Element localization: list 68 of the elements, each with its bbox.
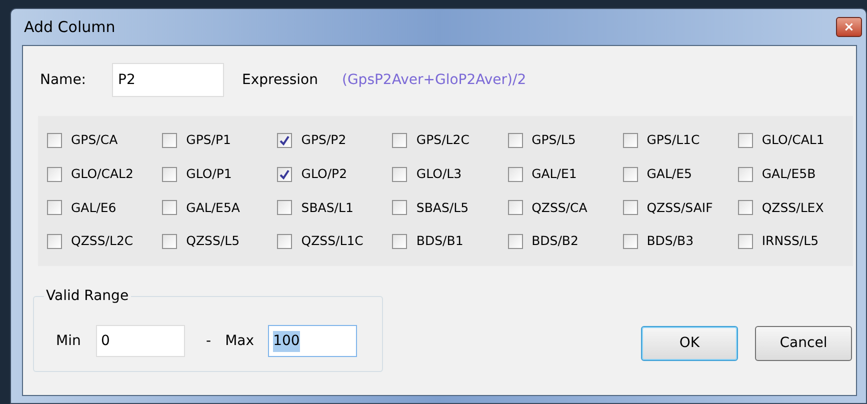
- name-field[interactable]: P2: [112, 63, 224, 97]
- checkbox[interactable]: [508, 234, 523, 250]
- checkbox-label: GLO/P1: [186, 164, 232, 183]
- checkbox-label: GLO/CAL1: [762, 131, 824, 149]
- checkbox[interactable]: [622, 166, 638, 182]
- checkbox-label: IRNSS/L5: [762, 232, 819, 250]
- checkbox[interactable]: [277, 132, 292, 148]
- checkbox-label: GPS/P2: [301, 131, 346, 149]
- checkbox-label: GPS/L5: [532, 131, 576, 149]
- checkbox[interactable]: [277, 234, 292, 250]
- checkbox-label: QZSS/L2C: [71, 232, 134, 250]
- checkbox-label: GAL/E1: [532, 164, 577, 183]
- checkbox[interactable]: [738, 132, 753, 148]
- checkbox-label: QZSS/L1C: [301, 232, 364, 250]
- checkbox[interactable]: [392, 234, 408, 250]
- checkbox[interactable]: [392, 166, 408, 182]
- checkbox[interactable]: [162, 234, 178, 250]
- checkbox-label: QZSS/CA: [532, 198, 588, 216]
- checkbox[interactable]: [622, 132, 638, 148]
- min-field[interactable]: 0: [96, 325, 185, 357]
- checkbox[interactable]: [508, 166, 523, 182]
- checkbox[interactable]: [47, 132, 62, 148]
- checkbox-label: GPS/CA: [71, 131, 118, 149]
- checkbox[interactable]: [392, 132, 408, 148]
- checkbox[interactable]: [392, 200, 408, 216]
- checkbox-label: GLO/CAL2: [71, 164, 134, 183]
- checkbox[interactable]: [622, 234, 638, 250]
- range-separator: -: [206, 332, 212, 350]
- expression-label: Expression: [242, 70, 318, 90]
- checkbox-label: QZSS/LEX: [762, 198, 824, 216]
- checkbox[interactable]: [47, 200, 62, 216]
- checkbox-label: QZSS/SAIF: [646, 198, 713, 216]
- checkbox-label: GPS/P1: [186, 131, 232, 149]
- checkbox-label: GAL/E5B: [762, 164, 816, 183]
- checkbox[interactable]: [277, 166, 292, 182]
- max-field[interactable]: 100: [268, 325, 358, 357]
- checkbox-label: QZSS/L5: [186, 232, 240, 250]
- checkbox-label: BDS/B2: [532, 232, 578, 250]
- checkbox-label: BDS/B1: [416, 232, 464, 250]
- checkbox-label: GAL/E5A: [186, 198, 240, 216]
- checkbox-label: GAL/E6: [71, 198, 116, 216]
- max-label: Max: [225, 332, 256, 350]
- checkbox[interactable]: [162, 166, 178, 182]
- window-title: Add Column: [24, 16, 116, 38]
- checkbox[interactable]: [508, 132, 523, 148]
- checkbox-label: GLO/P2: [301, 164, 348, 183]
- checkbox[interactable]: [162, 132, 178, 148]
- dialog-button[interactable]: Cancel: [755, 326, 852, 361]
- name-label: Name:: [40, 70, 88, 90]
- checkbox-label: BDS/B3: [646, 232, 694, 250]
- checkbox-label: GLO/L3: [416, 164, 462, 183]
- checkbox-label: SBAS/L1: [301, 198, 354, 216]
- min-label: Min: [56, 332, 82, 350]
- checkbox[interactable]: [738, 234, 753, 250]
- dialog-button[interactable]: OK: [641, 326, 738, 361]
- checkbox-label: GPS/L1C: [646, 131, 700, 149]
- checkbox[interactable]: [277, 200, 292, 216]
- checkbox[interactable]: [508, 200, 523, 216]
- expression-value: (GpsP2Aver+GloP2Aver)/2: [342, 70, 526, 90]
- checkbox-label: GAL/E5: [646, 164, 692, 183]
- checkbox[interactable]: [738, 166, 753, 182]
- checkbox[interactable]: [622, 200, 638, 216]
- checkbox[interactable]: [47, 234, 62, 250]
- checkbox[interactable]: [47, 166, 62, 182]
- checkbox[interactable]: [162, 200, 178, 216]
- checkbox[interactable]: [738, 200, 753, 216]
- checkbox-label: SBAS/L5: [416, 198, 469, 216]
- checkbox-label: GPS/L2C: [416, 131, 470, 149]
